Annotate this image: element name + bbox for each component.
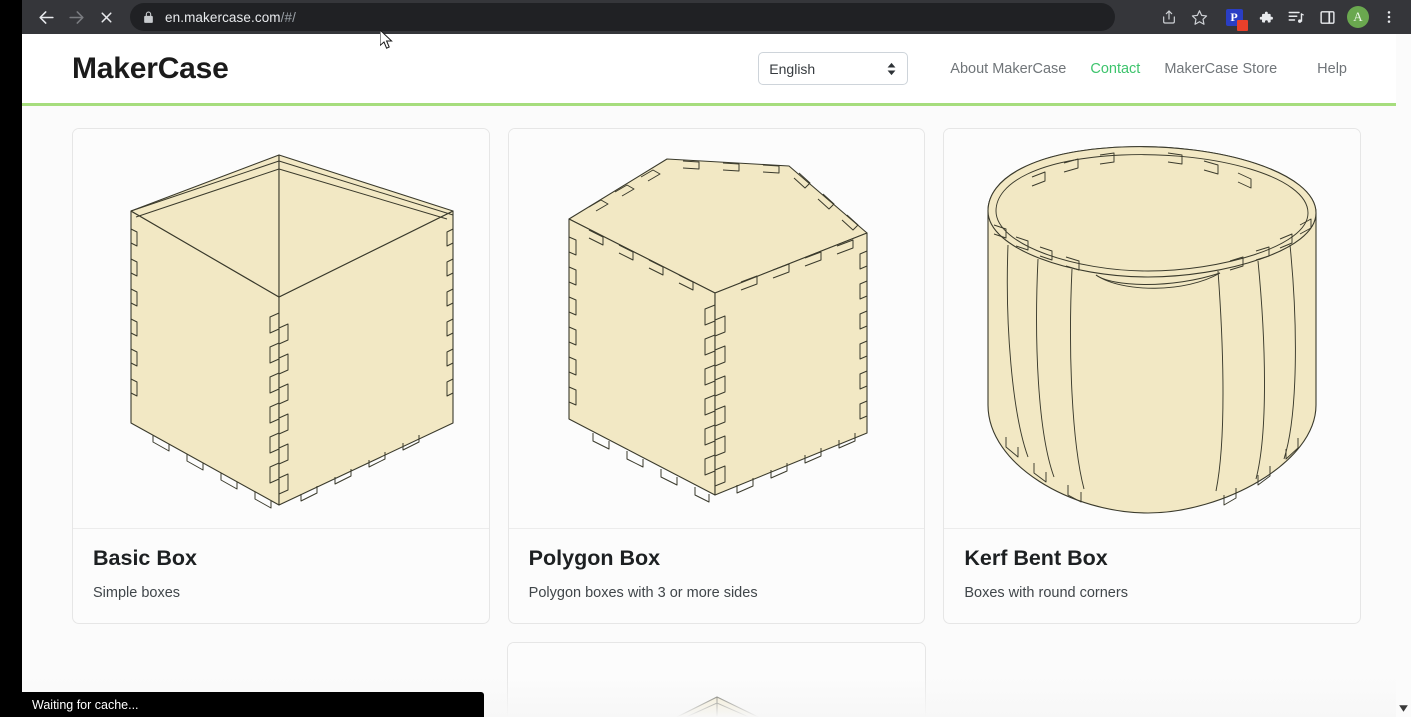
puzzle-piece-icon[interactable]: [1251, 3, 1279, 31]
extension-p-icon[interactable]: P: [1220, 3, 1248, 31]
media-playlist-icon[interactable]: [1282, 3, 1310, 31]
back-arrow-icon[interactable]: [32, 3, 60, 31]
lock-icon: [142, 11, 155, 24]
card-polygon-box[interactable]: Polygon Box Polygon boxes with 3 or more…: [508, 128, 926, 624]
basic-box-illustration: [73, 129, 489, 529]
address-bar[interactable]: en.makercase.com/#/: [130, 3, 1115, 31]
address-bar-url: en.makercase.com/#/: [165, 10, 296, 25]
kerf-bent-box-illustration: [944, 129, 1360, 529]
language-select[interactable]: English: [758, 52, 908, 85]
card-title: Polygon Box: [529, 546, 905, 571]
chevron-updown-icon: [886, 62, 897, 76]
side-panel-icon[interactable]: [1313, 3, 1341, 31]
forward-arrow-icon[interactable]: [62, 3, 90, 31]
card-kerf-bent-box-body: Kerf Bent Box Boxes with round corners: [944, 529, 1360, 623]
omnibox-actions: [1156, 4, 1212, 30]
url-host: en.makercase.com: [165, 10, 281, 25]
site-brand-logo[interactable]: MakerCase: [72, 52, 229, 86]
avatar-initial: A: [1347, 6, 1369, 28]
card-subtitle: Polygon boxes with 3 or more sides: [529, 585, 905, 601]
card-basic-box[interactable]: Basic Box Simple boxes: [72, 128, 490, 624]
card-subtitle: Boxes with round corners: [964, 585, 1340, 601]
card-title: Basic Box: [93, 546, 469, 571]
share-icon[interactable]: [1156, 4, 1182, 30]
screen-root: en.makercase.com/#/ P A: [0, 0, 1411, 717]
language-select-value: English: [769, 61, 815, 77]
browser-nav-buttons: [32, 3, 120, 31]
extension-p-label: P: [1226, 9, 1243, 26]
nav-makercase-store[interactable]: MakerCase Store: [1152, 61, 1289, 77]
site-header: MakerCase English About MakerCase Contac…: [22, 34, 1411, 103]
card-title: Kerf Bent Box: [964, 546, 1340, 571]
status-bar: Waiting for cache...: [22, 692, 484, 717]
status-bar-text: Waiting for cache...: [32, 698, 139, 712]
scrollbar-down-arrow-icon[interactable]: [1397, 702, 1410, 715]
avatar[interactable]: A: [1344, 3, 1372, 31]
browser-toolbar-right: P A: [1220, 3, 1403, 31]
nav-about-makercase[interactable]: About MakerCase: [938, 61, 1078, 77]
card-polygon-box-body: Polygon Box Polygon boxes with 3 or more…: [509, 529, 925, 623]
card-row-1: Basic Box Simple boxes: [72, 128, 1361, 624]
header-right-group: English About MakerCase Contact MakerCas…: [758, 52, 1359, 85]
card-basic-box-body: Basic Box Simple boxes: [73, 529, 489, 623]
card-grid: Basic Box Simple boxes: [22, 106, 1411, 717]
main-nav: About MakerCase Contact MakerCase Store …: [938, 61, 1359, 77]
page-scrollbar-thumb[interactable]: [1399, 36, 1409, 186]
page-viewport: MakerCase English About MakerCase Contac…: [22, 34, 1411, 717]
nav-contact[interactable]: Contact: [1078, 61, 1152, 77]
star-icon[interactable]: [1186, 4, 1212, 30]
left-black-strip: [0, 0, 22, 717]
card-row-2-partial[interactable]: [507, 642, 926, 717]
partial-box-illustration: [508, 643, 925, 717]
card-subtitle: Simple boxes: [93, 585, 469, 601]
nav-help[interactable]: Help: [1305, 61, 1359, 77]
card-kerf-bent-box[interactable]: Kerf Bent Box Boxes with round corners: [943, 128, 1361, 624]
url-path: /#/: [281, 10, 296, 25]
polygon-box-illustration: [509, 129, 925, 529]
three-dot-menu-icon[interactable]: [1375, 3, 1403, 31]
stop-loading-icon[interactable]: [92, 3, 120, 31]
card-row-2-slot-right: [944, 642, 1361, 717]
browser-toolbar: en.makercase.com/#/ P A: [22, 0, 1411, 34]
